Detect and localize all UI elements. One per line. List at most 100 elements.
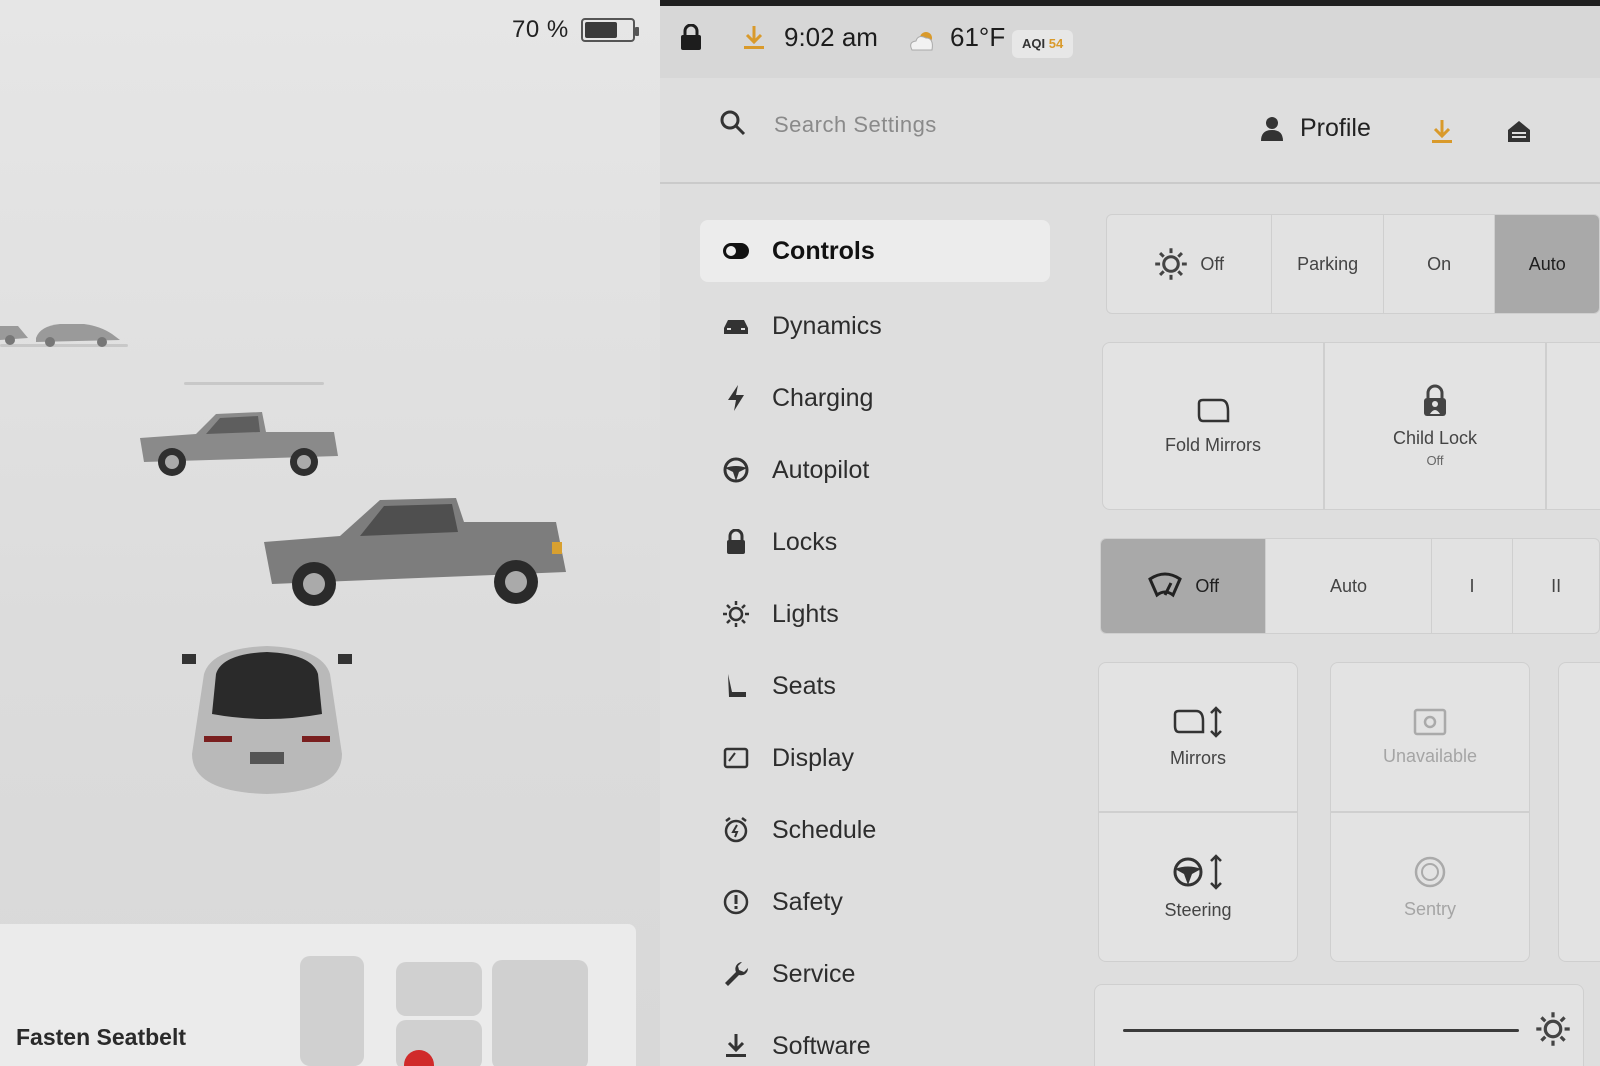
safety-icon [722, 888, 750, 916]
nav-item-service[interactable]: Service [700, 938, 1050, 1010]
quick-control-tile[interactable] [1546, 342, 1600, 510]
nav-item-safety[interactable]: Safety [700, 866, 1050, 938]
unavailable-button: Unavailable [1330, 662, 1530, 812]
person-icon [1261, 116, 1283, 141]
quick-controls-row: Fold Mirrors Child Lock Off [1102, 342, 1600, 510]
download-icon[interactable] [1430, 118, 1454, 146]
steering-adjust-button[interactable]: Steering [1098, 812, 1298, 962]
temperature: 61°F [950, 22, 1006, 52]
wipers-auto-label: Auto [1330, 575, 1368, 596]
nav-item-label: Schedule [772, 815, 877, 844]
child-lock-state: Off [1426, 453, 1444, 468]
wipers-speed-2-button[interactable]: II [1513, 539, 1599, 633]
nav-item-schedule[interactable]: Schedule [700, 794, 1050, 866]
search-icon [720, 110, 746, 136]
settings-nav: Controls Dynamics Charging Autopilot Loc… [700, 220, 1050, 1066]
nav-item-seats[interactable]: Seats [700, 650, 1050, 722]
lights-auto-button[interactable]: Auto [1495, 215, 1599, 313]
bolt-icon [722, 384, 750, 412]
quick-control-tile[interactable] [1558, 662, 1600, 962]
nav-item-controls[interactable]: Controls [700, 220, 1050, 282]
nav-item-label: Software [772, 1031, 871, 1060]
own-car-icon [182, 646, 352, 794]
seatbelt-message: Fasten Seatbelt [16, 1024, 186, 1050]
toggle-icon [722, 237, 750, 265]
steering-adjust-icon [1173, 853, 1222, 890]
download-icon [722, 1032, 750, 1060]
aqi-badge: AQI 54 [1012, 30, 1074, 58]
lights-parking-button[interactable]: Parking [1272, 215, 1384, 313]
nav-item-software[interactable]: Software [700, 1010, 1050, 1066]
lights-off-label: Off [1200, 253, 1224, 274]
mirrors-label: Mirrors [1170, 747, 1226, 768]
nav-item-display[interactable]: Display [700, 722, 1050, 794]
lock-icon [722, 528, 750, 556]
steering-wheel-icon [722, 456, 750, 484]
battery-icon [580, 18, 639, 42]
battery-level-fill [584, 22, 617, 38]
seat-shape [300, 956, 364, 1066]
profile-button[interactable]: Profile [1260, 114, 1371, 143]
aqi-value: 54 [1048, 36, 1064, 51]
pickup-truck-icon [264, 498, 566, 606]
headlights-control: Off Parking On Auto [1106, 214, 1600, 314]
lights-on-button[interactable]: On [1384, 215, 1496, 313]
wipers-off-button[interactable]: Off [1101, 539, 1267, 633]
wiper-icon [1148, 572, 1183, 598]
wipers-speed-2-label: II [1551, 575, 1562, 596]
display-icon [722, 744, 750, 772]
nav-item-dynamics[interactable]: Dynamics [700, 290, 1050, 362]
child-lock-icon [1424, 384, 1446, 416]
unavailable-label: Unavailable [1382, 745, 1478, 766]
lock-icon[interactable] [680, 24, 702, 50]
homelink-icon[interactable] [1506, 118, 1532, 144]
child-lock-button[interactable]: Child Lock Off [1324, 342, 1546, 510]
wipers-auto-button[interactable]: Auto [1266, 539, 1432, 633]
nav-item-locks[interactable]: Locks [700, 506, 1050, 578]
seat-icon [722, 672, 750, 700]
child-lock-label: Child Lock [1392, 428, 1478, 448]
brightness-slider[interactable] [1123, 1029, 1519, 1032]
seat-shape [396, 962, 482, 1016]
pickup-truck-icon [140, 412, 338, 476]
nav-item-charging[interactable]: Charging [700, 362, 1050, 434]
nav-item-label: Service [772, 959, 856, 988]
fold-mirrors-button[interactable]: Fold Mirrors [1102, 342, 1324, 510]
steering-label: Steering [1164, 899, 1232, 920]
battery-indicator: 70 % [512, 16, 639, 44]
search-input[interactable]: Search Settings [774, 112, 937, 138]
mirror-adjust-icon [1173, 705, 1222, 738]
nav-item-label: Display [772, 743, 854, 772]
mirror-icon [1197, 398, 1230, 422]
mirrors-adjust-button[interactable]: Mirrors [1098, 662, 1298, 812]
distant-car-icon [0, 324, 120, 347]
fold-mirrors-label: Fold Mirrors [1164, 434, 1261, 455]
sentry-button[interactable]: Sentry [1330, 812, 1530, 962]
lights-on-label: On [1427, 253, 1452, 274]
nav-item-lights[interactable]: Lights [700, 578, 1050, 650]
car-visualization-panel: 70 % Fasten Seatbelt [0, 0, 660, 1066]
nav-item-autopilot[interactable]: Autopilot [700, 434, 1050, 506]
lights-auto-label: Auto [1528, 253, 1566, 274]
schedule-icon [722, 816, 750, 844]
battery-percent: 70 % [512, 16, 569, 43]
lights-off-button[interactable]: Off [1107, 215, 1273, 313]
light-icon [722, 600, 750, 628]
nav-item-label: Safety [772, 887, 843, 916]
profile-label: Profile [1300, 114, 1371, 142]
clock-time: 9:02 am [784, 22, 878, 52]
nav-item-label: Controls [772, 236, 875, 265]
wipers-speed-1-label: I [1469, 575, 1475, 596]
download-icon[interactable] [742, 24, 766, 52]
light-icon [1155, 248, 1188, 280]
camera-icon [1413, 708, 1447, 735]
nav-item-label: Seats [772, 671, 836, 700]
lights-parking-label: Parking [1297, 253, 1359, 274]
lane-line [184, 382, 324, 385]
sentry-label: Sentry [1403, 898, 1457, 919]
brightness-icon [1536, 1012, 1570, 1046]
wipers-off-label: Off [1195, 575, 1220, 596]
nav-item-label: Lights [772, 599, 839, 628]
wipers-speed-1-button[interactable]: I [1432, 539, 1514, 633]
nav-item-label: Charging [772, 383, 874, 412]
